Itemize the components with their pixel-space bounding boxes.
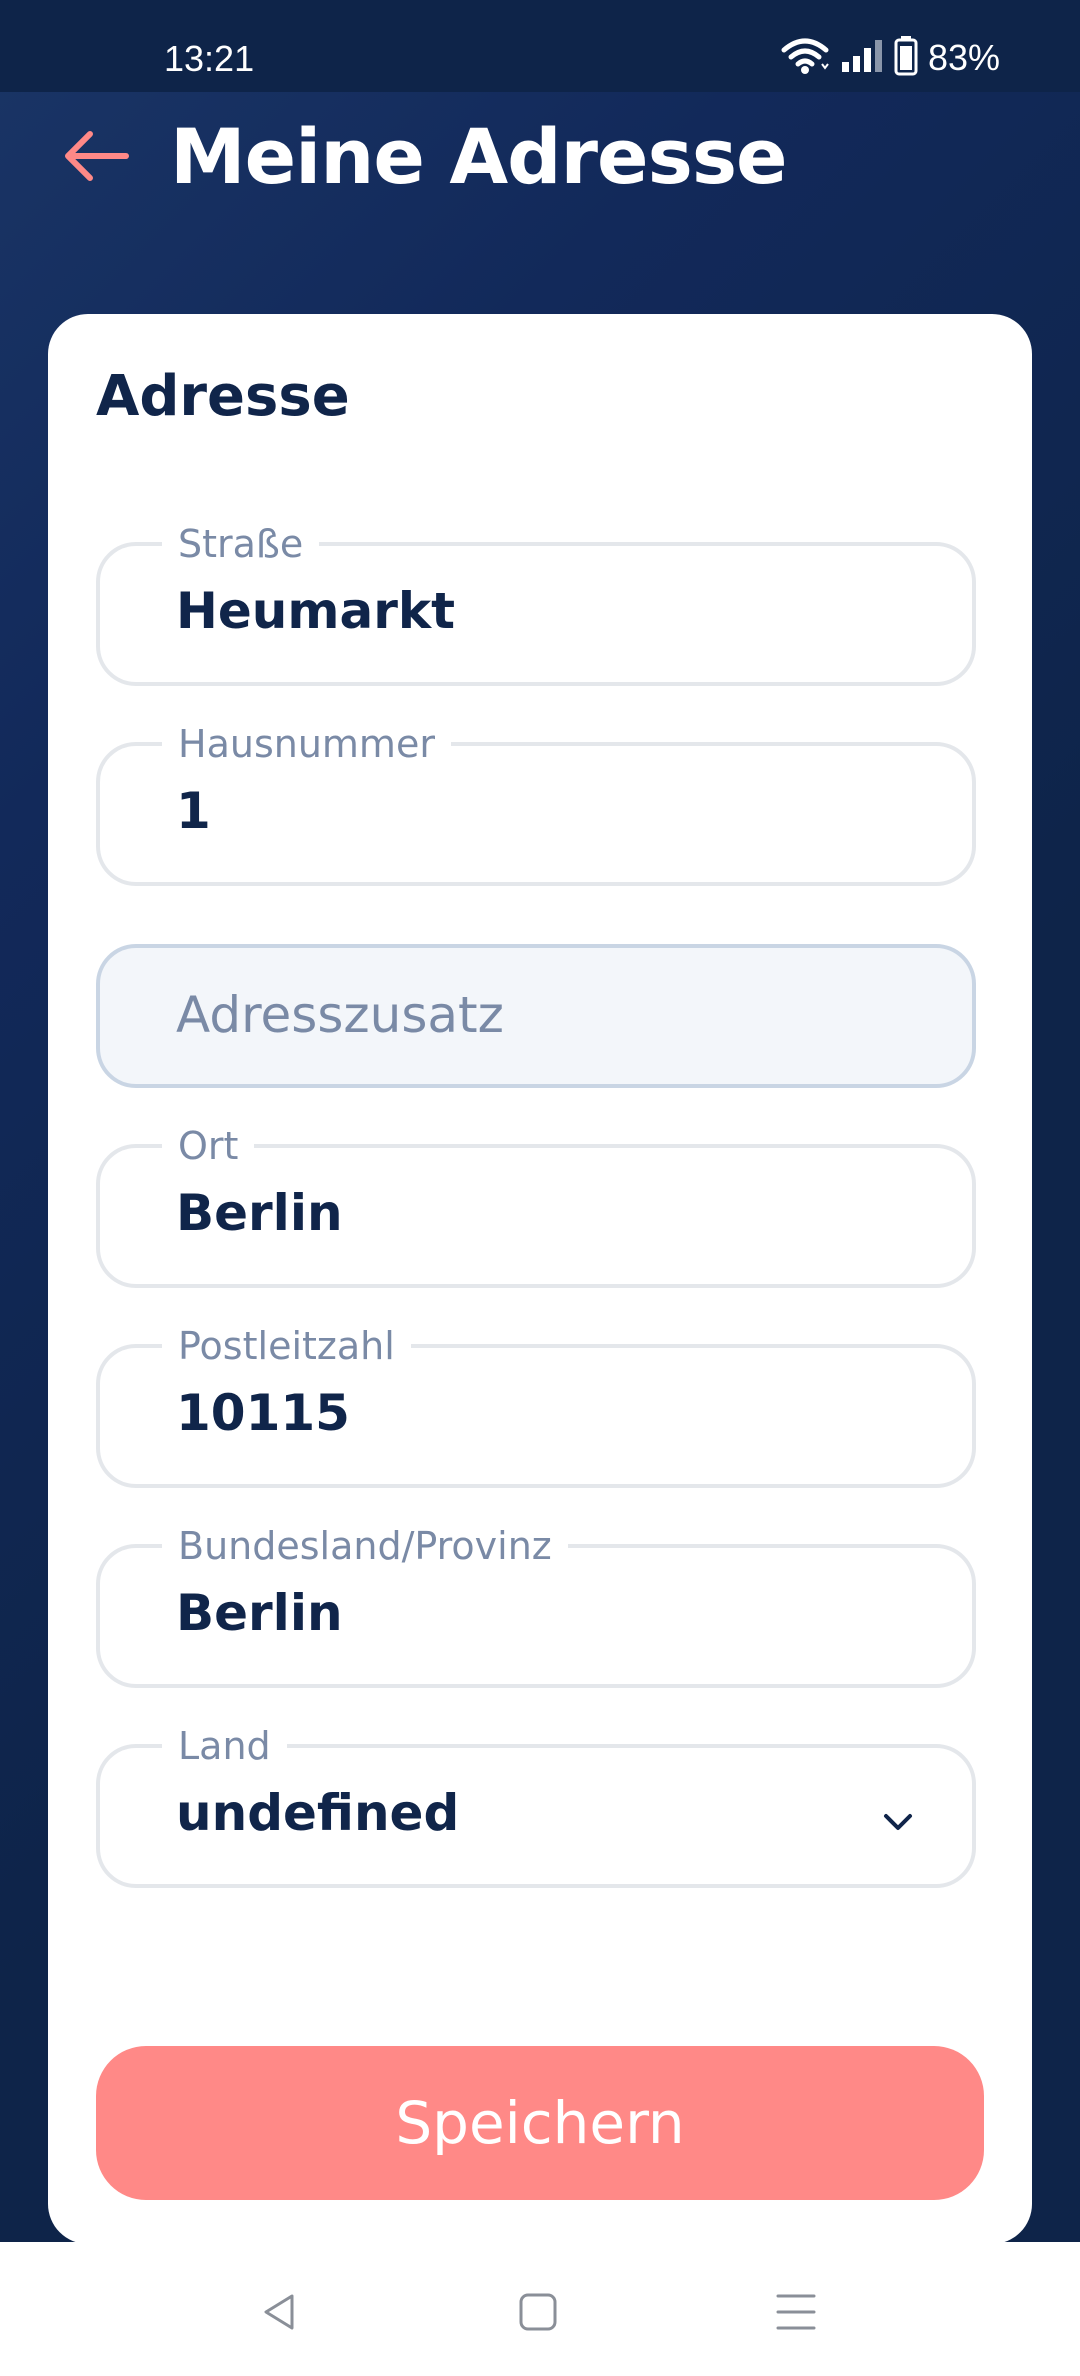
system-navigation-bar (0, 2242, 1080, 2376)
city-field[interactable]: Ort Berlin (96, 1118, 976, 1288)
nav-home-button[interactable] (508, 2284, 568, 2344)
chevron-down-icon (880, 1804, 916, 1840)
arrow-left-icon (60, 128, 132, 188)
signal-icon (840, 38, 884, 78)
wifi-icon (780, 36, 830, 80)
address-supplement-field[interactable]: Adresszusatz (96, 944, 976, 1088)
status-time: 13:21 (164, 38, 255, 79)
address-supplement-placeholder: Adresszusatz (176, 986, 504, 1044)
section-title: Adresse (96, 364, 350, 429)
country-label: Land (162, 1718, 287, 1774)
nav-back-icon (258, 2290, 302, 2338)
battery-percent: 83% (927, 37, 1000, 78)
country-value: undefined (176, 1784, 460, 1842)
nav-menu-button[interactable] (766, 2284, 826, 2344)
status-indicators: 83% (780, 36, 1000, 80)
postal-code-field[interactable]: Postleitzahl 10115 (96, 1318, 976, 1488)
save-button[interactable]: Speichern (96, 2046, 984, 2200)
postal-code-label: Postleitzahl (162, 1318, 411, 1374)
nav-home-icon (516, 2290, 560, 2338)
save-button-label: Speichern (395, 2089, 685, 2157)
house-number-value: 1 (176, 782, 211, 840)
house-number-field[interactable]: Hausnummer 1 (96, 716, 976, 886)
battery-icon (894, 36, 918, 80)
state-field[interactable]: Bundesland/Provinz Berlin (96, 1518, 976, 1688)
address-card: Adresse Straße Heumarkt Hausnummer 1 Adr… (48, 314, 1032, 2244)
page-title: Meine Adresse (170, 112, 788, 201)
state-value: Berlin (176, 1584, 343, 1642)
city-value: Berlin (176, 1184, 343, 1242)
street-label: Straße (162, 516, 320, 572)
nav-menu-icon (774, 2290, 818, 2338)
street-value: Heumarkt (176, 582, 456, 640)
postal-code-value: 10115 (176, 1384, 350, 1442)
country-select[interactable]: Land undefined (96, 1718, 976, 1888)
back-button[interactable] (56, 118, 136, 198)
house-number-label: Hausnummer (162, 716, 451, 772)
city-label: Ort (162, 1118, 255, 1174)
nav-back-button[interactable] (250, 2284, 310, 2344)
street-field[interactable]: Straße Heumarkt (96, 516, 976, 686)
state-label: Bundesland/Provinz (162, 1518, 568, 1574)
